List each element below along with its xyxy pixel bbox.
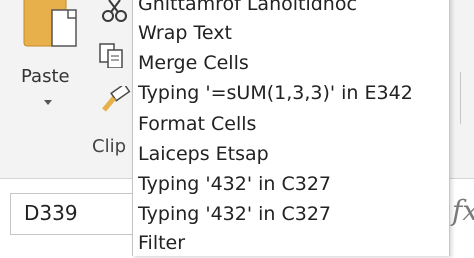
insert-function-button[interactable]: fx (452, 194, 474, 227)
ribbon-right-panel (448, 0, 474, 178)
group-divider (460, 72, 461, 124)
undo-list-item[interactable]: Laiceps Etsap (138, 139, 438, 169)
undo-list-item[interactable]: Ghittamrof Lanoitidnoc (138, 0, 438, 19)
undo-list-item[interactable]: Wrap Text (138, 18, 438, 48)
undo-list-item[interactable]: Typing '=sUM(1,3,3)' in E342 (138, 78, 438, 108)
copy-icon[interactable] (98, 42, 128, 68)
undo-list-item[interactable]: Format Cells (138, 109, 438, 139)
clipboard-group-label: Clip (92, 136, 126, 157)
name-box-value: D339 (24, 201, 78, 225)
clipboard-icon (23, 0, 77, 47)
undo-list-item[interactable]: Typing '432' in C327 (138, 199, 438, 229)
cut-icon[interactable] (100, 0, 130, 24)
undo-list-item[interactable]: Merge Cells (138, 48, 438, 78)
chevron-down-icon[interactable] (44, 100, 52, 105)
undo-list-item[interactable]: Filter (138, 228, 438, 258)
undo-list-item[interactable]: Typing '432' in C327 (138, 169, 438, 199)
format-painter-icon[interactable] (98, 86, 132, 114)
paste-button[interactable]: Paste (0, 0, 92, 130)
paste-label: Paste (21, 66, 70, 87)
